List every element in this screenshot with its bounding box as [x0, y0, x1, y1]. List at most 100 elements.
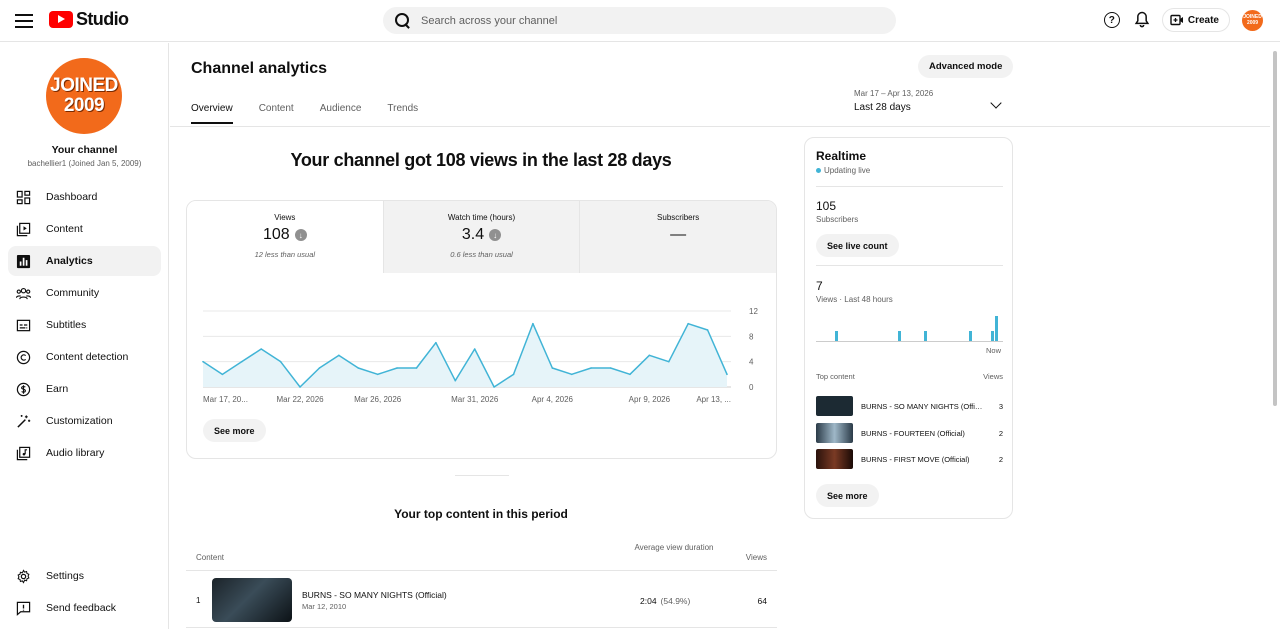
sidebar-item-send-feedback[interactable]: Send feedback: [8, 593, 161, 623]
top-bar: Studio ? Create JOINED 2009: [0, 0, 1280, 42]
data-point: [590, 367, 592, 369]
divider: [816, 265, 1003, 266]
data-point: [376, 373, 379, 376]
sidebar: JOINED 2009 Your channel bachellier1 (Jo…: [0, 43, 169, 629]
search-input[interactable]: [421, 14, 861, 27]
realtime-bar-chart[interactable]: [816, 306, 1003, 342]
video-thumbnail[interactable]: [816, 449, 853, 469]
sidebar-item-audio-library[interactable]: Audio library: [8, 438, 161, 468]
data-point: [493, 386, 495, 388]
channel-avatar[interactable]: JOINED 2009: [46, 58, 122, 134]
video-date: Mar 12, 2010: [302, 602, 347, 611]
video-title[interactable]: BURNS - SO MANY NIGHTS (Official): [302, 590, 447, 600]
analytics-icon: [16, 254, 31, 269]
list-item[interactable]: BURNS - SO MANY NIGHTS (Official) 3: [816, 396, 1003, 416]
menu-icon[interactable]: [14, 10, 34, 30]
realtime-top-content-header: Top content Views: [816, 372, 1003, 381]
metric-title: Watch time (hours): [447, 213, 516, 222]
data-point: [473, 348, 476, 350]
scrollbar-thumb[interactable]: [1273, 51, 1277, 406]
sidebar-item-settings[interactable]: Settings: [8, 561, 161, 591]
row-views: 64: [757, 596, 767, 606]
data-point: [532, 322, 534, 325]
views-chart[interactable]: 0 4 8 12 Mar 17, 20... Mar 22, 2026 Mar 26, 20…: [187, 301, 776, 411]
section-divider: [455, 475, 509, 476]
realtime-see-more-button[interactable]: See more: [816, 484, 879, 507]
data-point: [318, 367, 321, 369]
tab-content[interactable]: Content: [259, 103, 294, 124]
date-range-label: Last 28 days: [854, 102, 911, 113]
updating-live-text: Updating live: [824, 166, 871, 175]
data-point: [726, 373, 728, 376]
metric-watch-time[interactable]: Watch time (hours) 3.4 ↓ 0.6 less than us…: [382, 201, 580, 273]
realtime-bar: [968, 331, 972, 341]
data-point: [609, 367, 612, 369]
sidebar-item-content[interactable]: Content: [8, 214, 161, 244]
tab-audience[interactable]: Audience: [320, 103, 362, 124]
list-item[interactable]: BURNS - FOURTEEN (Official) 2: [816, 423, 1003, 443]
see-more-button[interactable]: See more: [203, 419, 266, 442]
duration-value: 2:04: [640, 596, 657, 606]
x-tick-label: Mar 22, 2026: [276, 395, 324, 404]
metric-subscribers[interactable]: Subscribers —: [579, 201, 776, 273]
y-tick-label: 8: [749, 332, 754, 341]
sidebar-item-earn[interactable]: Earn: [8, 374, 161, 404]
data-point: [454, 379, 457, 382]
advanced-mode-button[interactable]: Advanced mode: [918, 55, 1014, 78]
tab-overview[interactable]: Overview: [191, 103, 233, 124]
sidebar-item-content-detection[interactable]: Content detection: [8, 342, 161, 372]
sidebar-item-label: Content detection: [46, 351, 129, 363]
channel-title[interactable]: Your channel: [0, 144, 169, 156]
x-tick-label: Mar 31, 2026: [451, 395, 499, 404]
data-point: [338, 354, 340, 357]
sidebar-item-community[interactable]: Community: [8, 278, 161, 308]
video-title[interactable]: BURNS - SO MANY NIGHTS (Official): [861, 402, 985, 411]
date-range-selector[interactable]: Mar 17 – Apr 13, 2026 Last 28 days: [854, 89, 1006, 119]
realtime-bar: [834, 331, 838, 341]
create-video-icon: [1170, 14, 1183, 26]
search-icon[interactable]: [395, 12, 411, 29]
video-title[interactable]: BURNS - FIRST MOVE (Official): [861, 455, 985, 464]
top-content-table-header: Content Average view duration Views: [186, 541, 777, 571]
sidebar-item-customization[interactable]: Customization: [8, 406, 161, 436]
content-icon: [16, 222, 31, 237]
tab-trends[interactable]: Trends: [387, 103, 418, 124]
sidebar-item-analytics[interactable]: Analytics: [8, 246, 161, 276]
video-thumbnail[interactable]: [212, 578, 292, 622]
divider: [816, 186, 1003, 187]
video-title[interactable]: BURNS - FOURTEEN (Official): [861, 429, 985, 438]
video-views: 2: [998, 429, 1003, 438]
list-item[interactable]: BURNS - FIRST MOVE (Official) 2: [816, 449, 1003, 469]
video-thumbnail[interactable]: [816, 396, 853, 416]
table-row[interactable]: 1 BURNS - SO MANY NIGHTS (Official) Mar …: [186, 572, 777, 628]
column-avg-duration: Average view duration: [634, 543, 714, 552]
sidebar-item-label: Audio library: [46, 447, 105, 459]
sidebar-item-label: Subtitles: [46, 319, 87, 331]
sidebar-item-label: Send feedback: [46, 602, 117, 614]
y-tick-label: 12: [749, 307, 758, 316]
realtime-title: Realtime: [816, 149, 867, 163]
sidebar-item-dashboard[interactable]: Dashboard: [8, 182, 161, 212]
page-scrollbar[interactable]: [1270, 43, 1280, 629]
data-point: [629, 373, 631, 376]
data-point: [221, 373, 224, 376]
create-button[interactable]: Create: [1161, 8, 1230, 32]
subtitles-icon: [16, 318, 31, 333]
data-point: [648, 354, 651, 357]
dashboard-icon: [16, 190, 31, 205]
notifications-bell-icon[interactable]: [1132, 10, 1152, 30]
metric-views[interactable]: Views 108 ↓ 12 less than usual: [187, 201, 383, 273]
see-live-count-button[interactable]: See live count: [816, 234, 899, 257]
search-bar[interactable]: [383, 7, 896, 34]
tabs-divider: [170, 126, 1270, 127]
realtime-views-count: 7: [816, 279, 823, 293]
video-thumbnail[interactable]: [816, 423, 853, 443]
sidebar-item-label: Earn: [46, 383, 69, 395]
help-icon[interactable]: ?: [1103, 12, 1120, 28]
account-avatar[interactable]: JOINED 2009: [1242, 9, 1263, 31]
studio-logo[interactable]: Studio: [49, 9, 129, 30]
sidebar-item-label: Community: [46, 287, 100, 299]
data-point: [570, 373, 573, 376]
community-icon: [16, 286, 31, 301]
sidebar-item-subtitles[interactable]: Subtitles: [8, 310, 161, 340]
